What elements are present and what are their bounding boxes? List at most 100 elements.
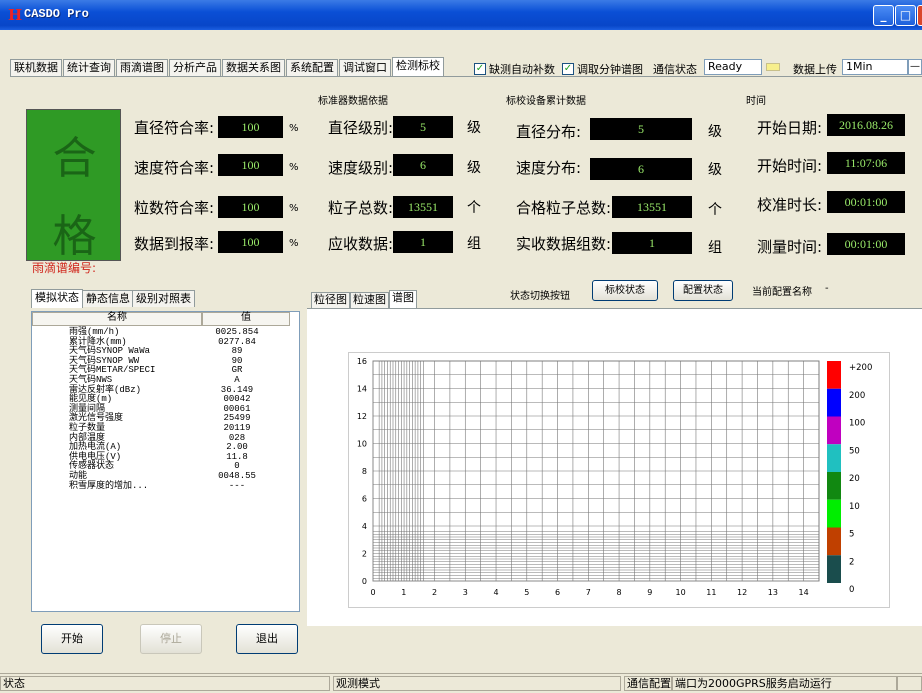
list-item-value: 89	[231, 346, 243, 357]
tab-analysis[interactable]: 分析产品	[169, 59, 221, 76]
list-item[interactable]: 天气码NWS A	[32, 376, 299, 385]
tab-system-config[interactable]: 系统配置	[286, 59, 338, 76]
exit-button[interactable]: 退出	[236, 624, 298, 654]
list-item-value: 0025.854	[215, 327, 259, 337]
x-tick-label: 4	[493, 588, 498, 597]
tab-data-relation[interactable]: 数据关系图	[222, 59, 285, 76]
calib-duration-label: 校准时长:	[757, 196, 823, 214]
std-expected-unit: 组	[467, 236, 481, 252]
start-time-label: 开始时间:	[757, 157, 823, 175]
tab-simulation-state[interactable]: 模拟状态	[31, 289, 83, 308]
column-header-name[interactable]: 名称	[32, 312, 202, 326]
std-diameter-value: 5	[393, 116, 453, 138]
colorbar-swatch	[827, 499, 841, 528]
y-tick-label: 0	[362, 577, 367, 586]
count-rate-value: 100	[218, 196, 283, 218]
start-time-value: 11:07:06	[827, 152, 905, 174]
tab-calibration[interactable]: 检测标校	[392, 57, 444, 76]
maximize-button[interactable]: □	[895, 5, 916, 26]
status-segment: 状态	[0, 676, 330, 691]
report-rate-value: 100	[218, 231, 283, 253]
calib-received-unit: 组	[708, 240, 722, 256]
x-tick-label: 5	[524, 588, 529, 597]
measure-time-value: 00:01:00	[827, 233, 905, 255]
tab-debug[interactable]: 调试窗口	[339, 59, 391, 76]
column-header-value[interactable]: 值	[202, 312, 290, 326]
tab-diameter-chart[interactable]: 粒径图	[311, 292, 350, 308]
upload-label: 数据上传	[793, 63, 837, 76]
speed-rate-label: 速度符合率:	[134, 159, 215, 177]
main-tab-strip: 联机数据 统计查询 雨滴谱图 分析产品 数据关系图 系统配置 调试窗口 检测标校	[10, 57, 445, 77]
std-expected-value: 1	[393, 231, 453, 253]
pass-char-1: 合	[52, 133, 97, 184]
x-tick-label: 8	[617, 588, 622, 597]
list-item[interactable]: 加热电流(A) 2.00	[32, 443, 299, 452]
calib-diameter-label: 直径分布:	[516, 123, 582, 141]
start-date-value: 2016.08.26	[827, 114, 905, 136]
tab-static-info[interactable]: 静态信息	[82, 290, 134, 307]
dropdown-arrow-icon[interactable]: —	[908, 59, 922, 75]
window-title: CASDO Pro	[24, 7, 89, 21]
calib-received-value: 1	[612, 232, 692, 254]
list-item-value: 0048.55	[218, 471, 256, 481]
x-tick-label: 13	[768, 588, 778, 597]
tab-raindrop-spectrum[interactable]: 雨滴谱图	[116, 59, 168, 76]
stop-button[interactable]: 停止	[140, 624, 202, 654]
x-tick-label: 14	[799, 588, 809, 597]
auto-fill-checkbox[interactable]: ✓ 缺测自动补数	[474, 61, 555, 77]
title-bar	[0, 0, 922, 30]
x-tick-label: 12	[737, 588, 747, 597]
state-switch-label: 状态切换按钮	[510, 291, 570, 302]
std-diameter-unit: 级	[467, 120, 481, 136]
list-item[interactable]: 雨强(mm/h) 0025.854	[32, 328, 299, 337]
std-total-unit: 个	[467, 200, 481, 216]
diameter-rate-unit: %	[289, 123, 299, 134]
calib-diameter-value: 5	[590, 118, 692, 140]
calib-passed-label: 合格粒子总数:	[516, 199, 612, 217]
colorbar-swatch	[827, 444, 841, 472]
list-item[interactable]: 粒子数量 20119	[32, 424, 299, 433]
report-rate-unit: %	[289, 238, 299, 249]
comm-status-label: 通信状态	[653, 63, 697, 76]
tab-statistics[interactable]: 统计查询	[63, 59, 115, 76]
tab-spectrum-chart[interactable]: 谱图	[389, 290, 417, 308]
current-config-label: 当前配置名称	[752, 287, 812, 298]
list-item-name: 加热电流(A)	[69, 442, 122, 453]
list-item[interactable]: 积雪厚度的增加... ---	[32, 481, 299, 491]
colorbar-label: 100	[849, 419, 865, 429]
tab-online-data[interactable]: 联机数据	[10, 59, 62, 76]
calib-passed-unit: 个	[708, 202, 722, 218]
chart-frame: 0 1 2 3 4 5 6 7 8 9 10 11 12 13 14 0 2 4 6 8 10 12 14 16 +200 200…	[348, 352, 890, 608]
list-item[interactable]: 能见度(m) 00042	[32, 395, 299, 404]
list-item-name: 粒子数量	[69, 423, 106, 433]
fetch-minute-checkbox[interactable]: ✓ 调取分钟谱图	[562, 61, 643, 77]
tab-speed-chart[interactable]: 粒速图	[350, 292, 389, 308]
colorbar-label: 200	[849, 391, 865, 401]
x-tick-label: 6	[555, 588, 560, 597]
colorbar-swatch	[827, 416, 841, 445]
start-button[interactable]: 开始	[41, 624, 103, 654]
colorbar-label: 50	[849, 446, 860, 456]
list-item[interactable]: 动能 0048.55	[32, 472, 299, 481]
minimize-button[interactable]: _	[873, 5, 894, 26]
diameter-rate-label: 直径符合率:	[134, 119, 215, 137]
std-speed-label: 速度级别:	[328, 159, 394, 177]
tab-level-table[interactable]: 级别对照表	[132, 290, 195, 307]
count-rate-label: 粒数符合率:	[134, 199, 215, 217]
list-item-name: 天气码NWS	[69, 375, 113, 385]
checkmark-icon: ✓	[474, 63, 486, 75]
list-item[interactable]: 天气码SYNOP WaWa 89	[32, 347, 299, 356]
resize-grip[interactable]	[897, 676, 922, 691]
start-date-label: 开始日期:	[757, 119, 823, 137]
upload-interval-select[interactable]: 1Min	[842, 59, 908, 75]
list-item-value: 00042	[223, 394, 251, 405]
list-item-name: 天气码SYNOP WaWa	[69, 346, 151, 357]
comm-config-segment: 通信配置	[624, 676, 672, 691]
calib-speed-value: 6	[590, 158, 692, 180]
mode-segment: 观测模式	[333, 676, 621, 691]
calibration-state-button[interactable]: 标校状态	[592, 280, 658, 301]
close-button[interactable]	[917, 5, 922, 26]
status-led-icon	[766, 63, 780, 71]
calib-speed-label: 速度分布:	[516, 159, 582, 177]
config-state-button[interactable]: 配置状态	[673, 280, 733, 301]
